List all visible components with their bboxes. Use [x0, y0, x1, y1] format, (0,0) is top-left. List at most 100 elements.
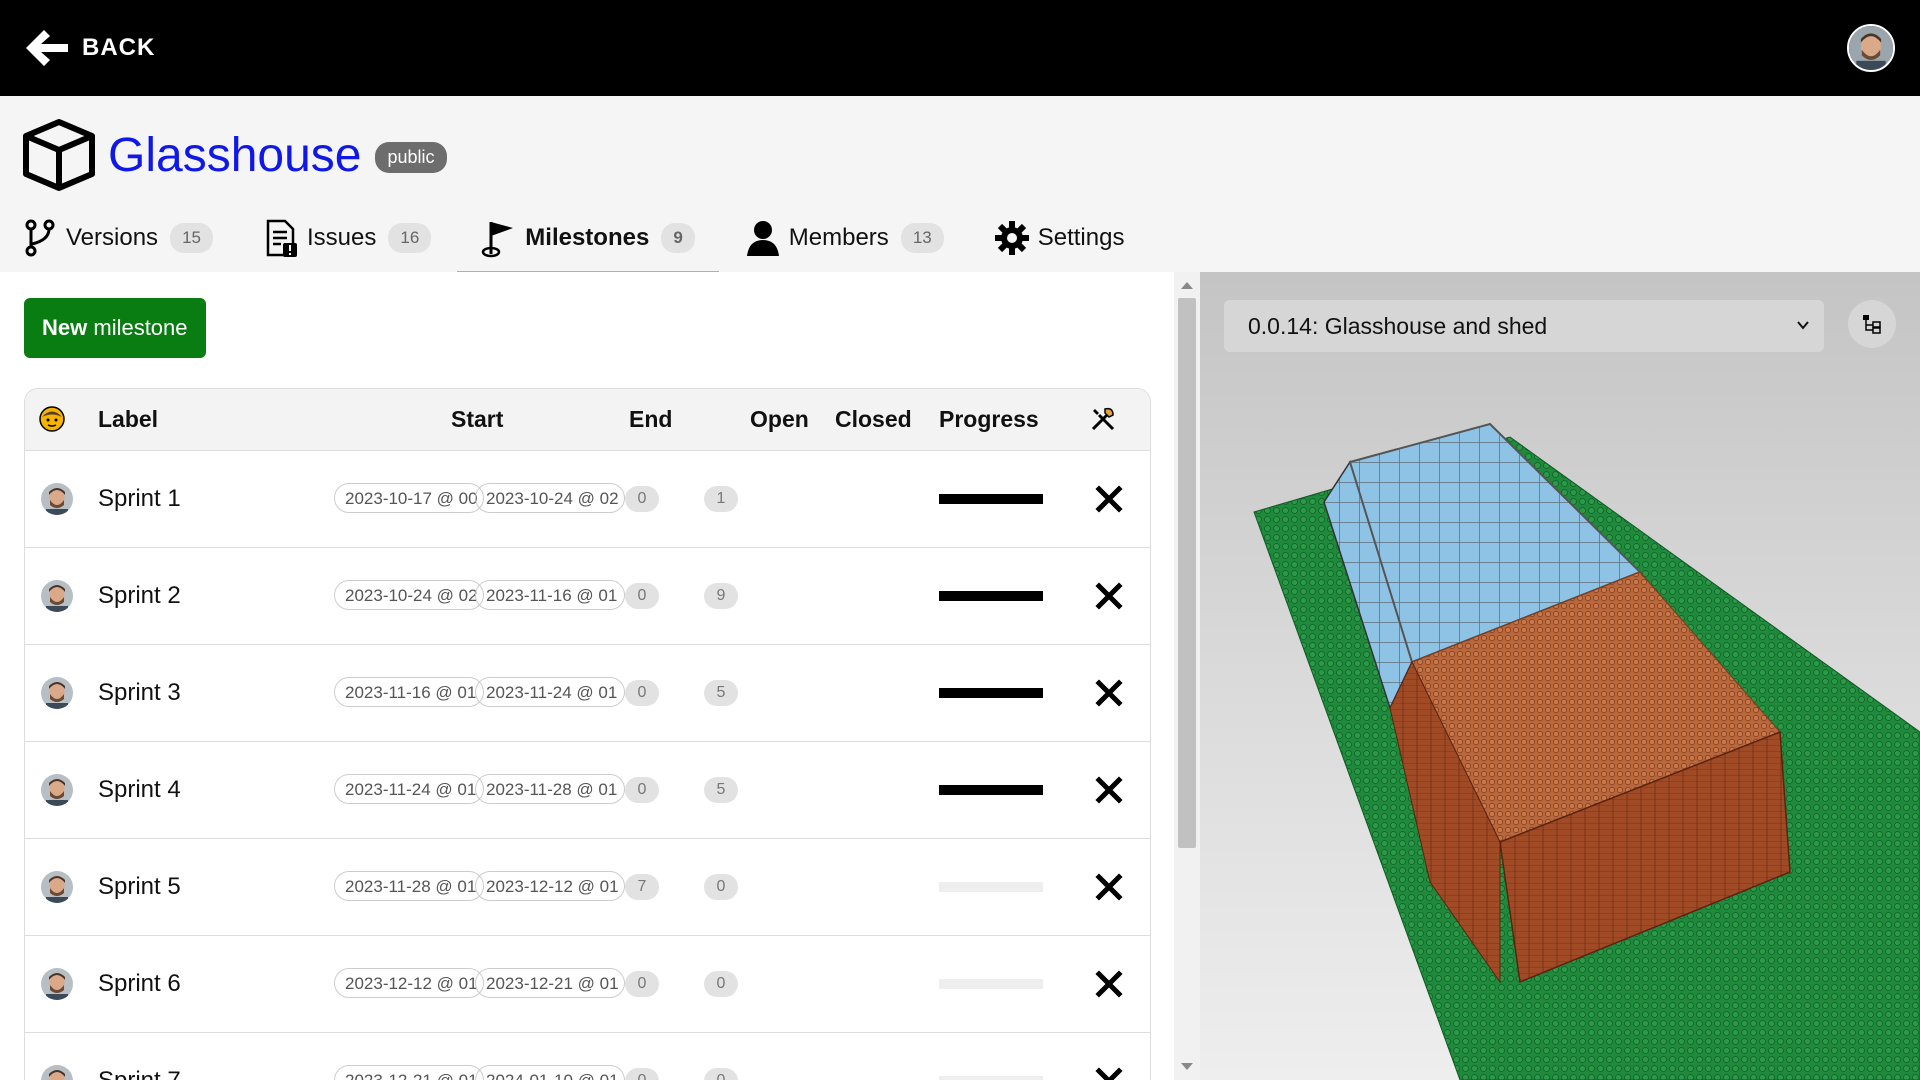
- open-count-badge: 7: [625, 874, 659, 900]
- arrow-left-icon: [26, 30, 68, 66]
- delete-x-icon[interactable]: [1091, 1063, 1127, 1080]
- tab-issues-label: Issues: [306, 224, 377, 251]
- open-count-badge: 0: [625, 680, 659, 706]
- end-date-field[interactable]: 2023-11-28 @ 01: [475, 774, 625, 804]
- vertical-scrollbar[interactable]: [1174, 272, 1200, 1080]
- model-viewer[interactable]: 0.0.14: Glasshouse and shed: [1200, 272, 1920, 1080]
- header-label[interactable]: Label: [98, 406, 158, 433]
- start-date-field[interactable]: 2023-10-17 @ 00: [334, 483, 484, 513]
- user-avatar-image: [1849, 26, 1893, 70]
- scroll-thumb[interactable]: [1178, 298, 1196, 848]
- issue-document-icon: [266, 219, 297, 257]
- table-row[interactable]: Sprint 1 2023-10-17 @ 00 2023-10-24 @ 02…: [25, 451, 1150, 548]
- progress-bar: [939, 785, 1043, 795]
- milestone-owner-avatar: [41, 580, 73, 612]
- end-date-field[interactable]: 2023-11-24 @ 01: [475, 677, 625, 707]
- start-date-field[interactable]: 2023-12-12 @ 01: [334, 968, 484, 998]
- progress-bar-fill: [939, 591, 1043, 601]
- milestone-label[interactable]: Sprint 5: [98, 873, 181, 901]
- milestone-label[interactable]: Sprint 4: [98, 776, 181, 804]
- tab-versions[interactable]: Versions 15: [22, 208, 233, 268]
- table-row[interactable]: Sprint 2 2023-10-24 @ 02 2023-11-16 @ 01…: [25, 548, 1150, 645]
- scroll-down-arrow[interactable]: [1181, 1063, 1193, 1070]
- tab-settings[interactable]: Settings: [994, 208, 1145, 268]
- progress-bar: [939, 1076, 1043, 1080]
- tab-issues[interactable]: Issues 16: [263, 208, 451, 268]
- table-row[interactable]: Sprint 6 2023-12-12 @ 01 2023-12-21 @ 01…: [25, 936, 1150, 1033]
- tools-icon: [1091, 407, 1115, 431]
- tab-versions-count: 15: [170, 223, 213, 253]
- start-date-field[interactable]: 2023-10-24 @ 02: [334, 580, 484, 610]
- start-date-field[interactable]: 2023-12-21 @ 01: [334, 1065, 484, 1080]
- milestone-label[interactable]: Sprint 1: [98, 485, 181, 513]
- header-closed[interactable]: Closed: [835, 406, 912, 433]
- top-bar: BACK: [0, 0, 1920, 96]
- delete-x-icon[interactable]: [1091, 772, 1127, 808]
- closed-count-badge: 0: [704, 874, 738, 900]
- header-start[interactable]: Start: [451, 406, 503, 433]
- milestone-label[interactable]: Sprint 6: [98, 970, 181, 998]
- delete-x-icon[interactable]: [1091, 481, 1127, 517]
- end-date-field[interactable]: 2023-11-16 @ 01: [475, 580, 625, 610]
- header-open[interactable]: Open: [750, 406, 809, 433]
- milestone-label[interactable]: Sprint 2: [98, 582, 181, 610]
- new-milestone-label-bold: New: [42, 315, 88, 340]
- new-milestone-label-rest: milestone: [87, 315, 188, 340]
- closed-count-badge: 1: [704, 486, 738, 512]
- scroll-up-arrow[interactable]: [1181, 282, 1193, 289]
- milestone-owner-avatar: [41, 677, 73, 709]
- progress-bar: [939, 979, 1043, 989]
- tab-milestones[interactable]: Milestones 9: [457, 208, 719, 276]
- start-date-field[interactable]: 2023-11-28 @ 01: [334, 871, 484, 901]
- end-date-field[interactable]: 2024-01-10 @ 01: [475, 1065, 625, 1080]
- branch-icon: [25, 219, 55, 257]
- end-date-field[interactable]: 2023-12-12 @ 01: [475, 871, 625, 901]
- delete-x-icon[interactable]: [1091, 869, 1127, 905]
- tab-settings-label: Settings: [1037, 224, 1125, 251]
- new-milestone-button[interactable]: New milestone: [24, 298, 206, 358]
- progress-bar: [939, 494, 1043, 504]
- delete-x-icon[interactable]: [1091, 675, 1127, 711]
- end-date-field[interactable]: 2023-12-21 @ 01: [475, 968, 625, 998]
- back-button[interactable]: BACK: [22, 26, 155, 70]
- tab-milestones-label: Milestones: [525, 224, 650, 251]
- delete-x-icon[interactable]: [1091, 578, 1127, 614]
- closed-count-badge: 9: [704, 583, 738, 609]
- milestone-owner-avatar: [41, 1065, 73, 1080]
- version-select-value: 0.0.14: Glasshouse and shed: [1248, 313, 1548, 339]
- start-date-field[interactable]: 2023-11-16 @ 01: [334, 677, 484, 707]
- closed-count-badge: 0: [704, 971, 738, 997]
- milestone-label[interactable]: Sprint 7: [98, 1067, 181, 1080]
- table-row[interactable]: Sprint 3 2023-11-16 @ 01 2023-11-24 @ 01…: [25, 645, 1150, 742]
- person-icon: [746, 221, 779, 256]
- user-avatar[interactable]: [1847, 24, 1895, 72]
- header-end[interactable]: End: [629, 406, 672, 433]
- open-count-badge: 0: [625, 1068, 659, 1080]
- open-count-badge: 0: [625, 486, 659, 512]
- progress-bar-fill: [939, 688, 1043, 698]
- table-header: Label Start End Open Closed Progress: [25, 389, 1150, 451]
- end-date-field[interactable]: 2023-10-24 @ 02: [475, 483, 625, 513]
- open-count-badge: 0: [625, 971, 659, 997]
- face-emoji-icon: [39, 406, 65, 432]
- table-row[interactable]: Sprint 7 2023-12-21 @ 01 2024-01-10 @ 01…: [25, 1033, 1150, 1080]
- start-date-field[interactable]: 2023-11-24 @ 01: [334, 774, 484, 804]
- tab-members-count: 13: [900, 223, 944, 253]
- gear-icon: [994, 221, 1029, 255]
- milestones-table: Label Start End Open Closed Progress Spr…: [24, 388, 1151, 1080]
- visibility-badge: public: [375, 141, 447, 173]
- version-select[interactable]: 0.0.14: Glasshouse and shed: [1224, 300, 1824, 352]
- tree-view-button[interactable]: [1848, 300, 1896, 348]
- delete-x-icon[interactable]: [1091, 966, 1127, 1002]
- tab-members[interactable]: Members 13: [745, 208, 964, 268]
- header-progress[interactable]: Progress: [939, 406, 1039, 433]
- lego-glasshouse-render[interactable]: [1200, 362, 1920, 1080]
- milestone-label[interactable]: Sprint 3: [98, 679, 181, 707]
- open-count-badge: 0: [625, 777, 659, 803]
- tab-issues-count: 16: [388, 223, 432, 253]
- progress-bar: [939, 591, 1043, 601]
- project-title[interactable]: Glasshouse: [108, 128, 361, 183]
- table-row[interactable]: Sprint 4 2023-11-24 @ 01 2023-11-28 @ 01…: [25, 742, 1150, 839]
- table-row[interactable]: Sprint 5 2023-11-28 @ 01 2023-12-12 @ 01…: [25, 839, 1150, 936]
- progress-bar-fill: [939, 785, 1043, 795]
